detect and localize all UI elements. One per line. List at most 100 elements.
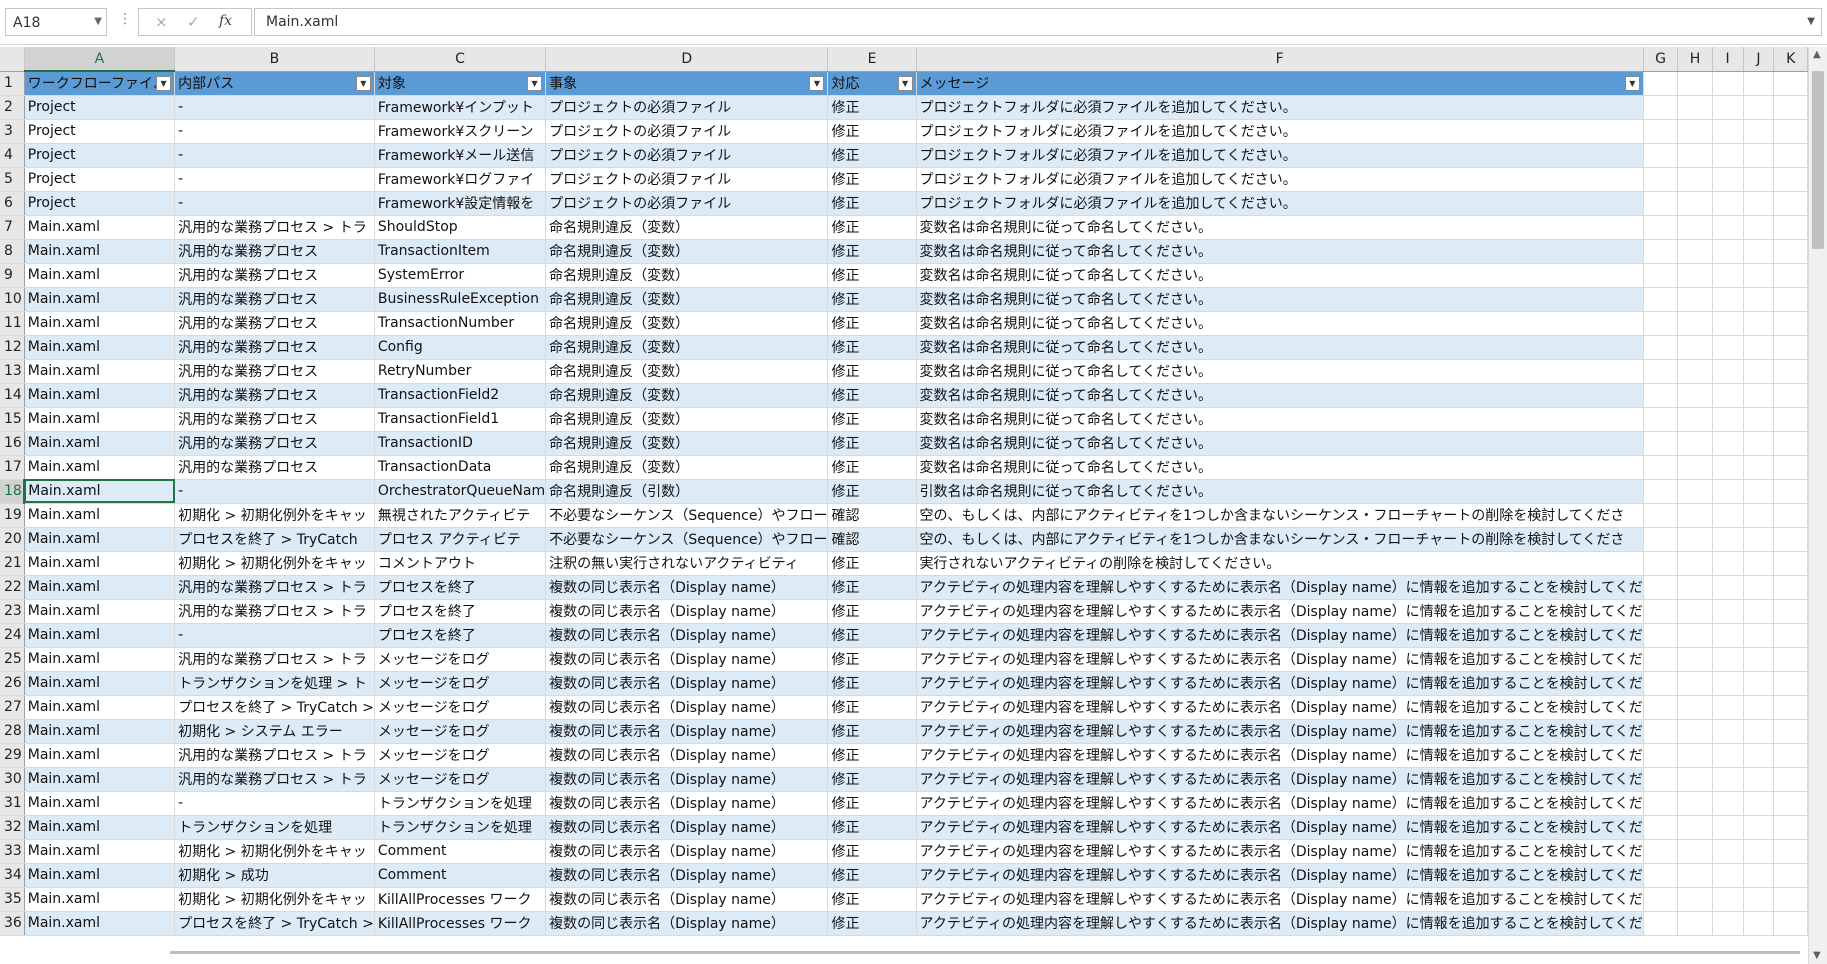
empty-cell[interactable] [1712, 119, 1744, 144]
cell[interactable]: プロセスを終了 [374, 575, 547, 600]
empty-cell[interactable] [1677, 191, 1713, 216]
cell[interactable]: メッセージをログ [374, 743, 547, 768]
cell[interactable]: 変数名は命名規則に従って命名してください。 [916, 359, 1644, 384]
name-box[interactable]: A18 ▼ [5, 8, 107, 36]
empty-cell[interactable] [1743, 287, 1775, 312]
cell[interactable]: 汎用的な業務プロセス > トラ [174, 647, 375, 672]
cell[interactable]: 修正 [827, 119, 917, 144]
cell[interactable]: 修正 [827, 743, 917, 768]
cell[interactable]: 命名規則違反（変数） [545, 359, 829, 384]
filter-dropdown-icon[interactable]: ▼ [1624, 75, 1640, 91]
empty-cell[interactable] [1643, 143, 1679, 168]
empty-cell[interactable] [1712, 647, 1744, 672]
formula-input[interactable]: Main.xaml ▼ [254, 8, 1822, 36]
cell[interactable]: 修正 [827, 863, 917, 888]
empty-cell[interactable] [1712, 383, 1744, 408]
cell[interactable]: 複数の同じ表示名（Display name） [545, 599, 829, 624]
cell[interactable]: 修正 [827, 167, 917, 192]
cell[interactable]: 複数の同じ表示名（Display name） [545, 791, 829, 816]
cell[interactable]: Main.xaml [24, 407, 176, 432]
cell[interactable]: 実行されないアクティビティの削除を検討してください。 [916, 551, 1644, 576]
cell[interactable]: RetryNumber [374, 359, 547, 384]
cell[interactable]: 汎用的な業務プロセス [174, 335, 375, 360]
cell[interactable]: 修正 [827, 215, 917, 240]
cell[interactable]: プロセスを終了 > TryCatch > [174, 911, 375, 936]
row-header[interactable]: 33 [0, 839, 25, 864]
cell[interactable]: Main.xaml [24, 431, 176, 456]
cell[interactable]: 複数の同じ表示名（Display name） [545, 575, 829, 600]
empty-cell[interactable] [1677, 647, 1713, 672]
cell[interactable]: - [174, 791, 375, 816]
empty-cell[interactable] [1743, 527, 1775, 552]
row-header[interactable]: 11 [0, 311, 25, 336]
cell[interactable]: 複数の同じ表示名（Display name） [545, 839, 829, 864]
cell[interactable]: Main.xaml [24, 551, 176, 576]
empty-cell[interactable] [1643, 575, 1679, 600]
spreadsheet-grid[interactable]: ABCDEFGHIJK 1 ワークフローファイル ▼ 内部パス ▼ 対象 ▼ 事象 ▼ 対応 ▼ メッ… [0, 47, 1808, 964]
cell[interactable]: 変数名は命名規則に従って命名してください。 [916, 239, 1644, 264]
scroll-down-icon[interactable]: ▼ [1813, 950, 1821, 961]
empty-cell[interactable] [1773, 671, 1808, 696]
empty-cell[interactable] [1677, 767, 1713, 792]
empty-cell[interactable] [1677, 791, 1713, 816]
cell[interactable]: 変数名は命名規則に従って命名してください。 [916, 215, 1644, 240]
cell[interactable]: 初期化 > 初期化例外をキャッ [174, 839, 375, 864]
cell[interactable]: Main.xaml [24, 575, 176, 600]
cell[interactable]: Main.xaml [24, 479, 176, 504]
empty-cell[interactable] [1643, 815, 1679, 840]
row-header[interactable]: 30 [0, 767, 25, 792]
cell[interactable]: トランザクションを処理 [374, 815, 547, 840]
cell[interactable]: アクテビティの処理内容を理解しやすくするために表示名（Display name）… [916, 863, 1644, 888]
empty-cell[interactable] [1773, 383, 1808, 408]
empty-cell[interactable] [1743, 119, 1775, 144]
cell[interactable]: Framework¥設定情報を [374, 191, 547, 216]
cell[interactable]: Config [374, 335, 547, 360]
table-header-cell[interactable]: 内部パス ▼ [174, 71, 375, 96]
empty-cell[interactable] [1773, 791, 1808, 816]
cell[interactable]: メッセージをログ [374, 695, 547, 720]
empty-cell[interactable] [1677, 911, 1713, 936]
empty-cell[interactable] [1773, 143, 1808, 168]
cell[interactable]: 複数の同じ表示名（Display name） [545, 887, 829, 912]
empty-cell[interactable] [1743, 719, 1775, 744]
cell[interactable]: 汎用的な業務プロセス > トラ [174, 599, 375, 624]
cell[interactable]: Framework¥スクリーン [374, 119, 547, 144]
empty-cell[interactable] [1743, 167, 1775, 192]
empty-cell[interactable] [1643, 311, 1679, 336]
row-header[interactable]: 35 [0, 887, 25, 912]
cell[interactable]: 初期化 > 成功 [174, 863, 375, 888]
empty-cell[interactable] [1677, 335, 1713, 360]
empty-cell[interactable] [1712, 167, 1744, 192]
empty-cell[interactable] [1712, 431, 1744, 456]
empty-cell[interactable] [1743, 479, 1775, 504]
filter-dropdown-icon[interactable]: ▼ [527, 75, 543, 91]
empty-cell[interactable] [1743, 431, 1775, 456]
empty-cell[interactable] [1743, 767, 1775, 792]
empty-cell[interactable] [1643, 527, 1679, 552]
cell[interactable]: Framework¥メール送信 [374, 143, 547, 168]
table-header-cell[interactable]: 対応 ▼ [827, 71, 917, 96]
cell[interactable]: 修正 [827, 911, 917, 936]
cell[interactable]: 汎用的な業務プロセス [174, 407, 375, 432]
scroll-up-icon[interactable]: ▲ [1813, 49, 1821, 60]
empty-cell[interactable] [1773, 455, 1808, 480]
empty-cell[interactable] [1643, 431, 1679, 456]
empty-cell[interactable] [1712, 455, 1744, 480]
cell[interactable]: 変数名は命名規則に従って命名してください。 [916, 383, 1644, 408]
cell[interactable]: 空の、もしくは、内部にアクティビティを1つしか含まないシーケンス・フローチャート… [916, 527, 1644, 552]
cell[interactable]: アクテビティの処理内容を理解しやすくするために表示名（Display name）… [916, 743, 1644, 768]
cell[interactable]: トランザクションを処理 [374, 791, 547, 816]
cell[interactable]: Main.xaml [24, 719, 176, 744]
empty-cell[interactable] [1712, 335, 1744, 360]
empty-cell[interactable] [1712, 623, 1744, 648]
expand-formula-icon[interactable]: ▼ [1807, 16, 1815, 27]
row-header[interactable]: 12 [0, 335, 25, 360]
cell[interactable]: 汎用的な業務プロセス > トラ [174, 743, 375, 768]
empty-cell[interactable] [1712, 143, 1744, 168]
empty-cell[interactable] [1712, 695, 1744, 720]
empty-cell[interactable] [1712, 743, 1744, 768]
cell[interactable]: プロジェクトの必須ファイル [545, 95, 829, 120]
row-header[interactable]: 4 [0, 143, 25, 168]
cell[interactable]: 初期化 > 初期化例外をキャッ [174, 503, 375, 528]
cell[interactable]: 修正 [827, 839, 917, 864]
